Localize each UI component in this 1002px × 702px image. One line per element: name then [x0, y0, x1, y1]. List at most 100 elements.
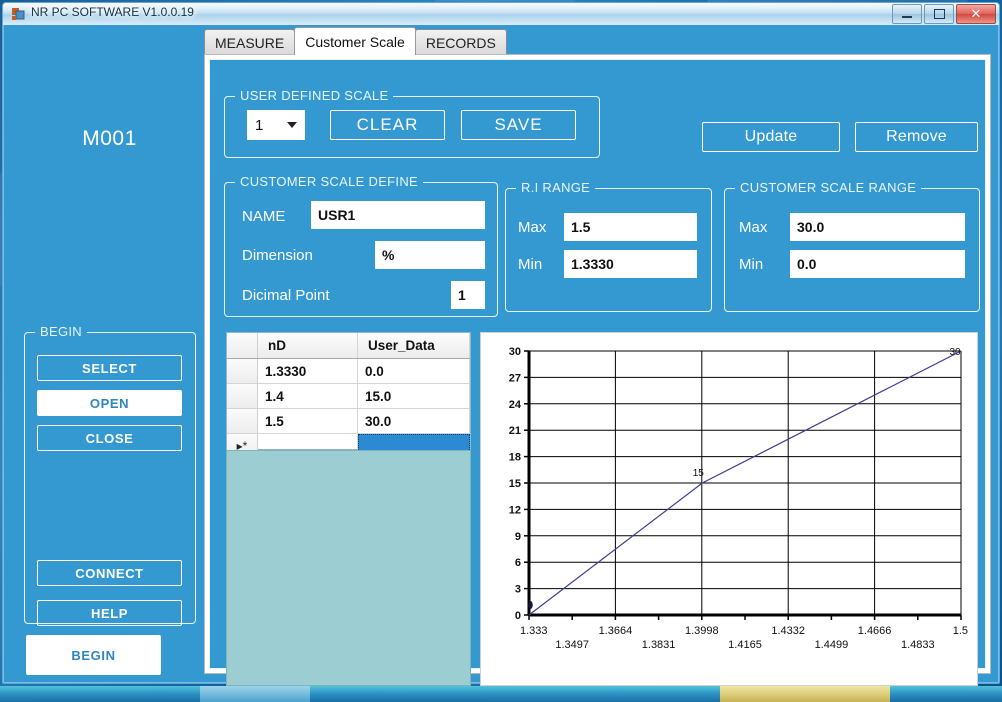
data-grid[interactable]: nD User_Data 1.3330 0.0 1.4 15.0 1.5 30.… — [226, 332, 471, 458]
svg-text:1.4666: 1.4666 — [858, 625, 892, 637]
ri-range-label: R.I RANGE — [516, 180, 596, 195]
window-title: NR PC SOFTWARE V1.0.0.19 — [31, 5, 194, 19]
help-button[interactable]: HELP — [37, 600, 182, 626]
customer-scale-range-label: CUSTOMER SCALE RANGE — [735, 180, 922, 195]
select-button[interactable]: SELECT — [37, 355, 182, 381]
svg-text:1.3831: 1.3831 — [642, 639, 676, 651]
column-header-nd[interactable]: nD — [258, 333, 358, 358]
update-button[interactable]: Update — [702, 122, 840, 152]
row-selector[interactable] — [227, 384, 258, 408]
tab-customer-scale[interactable]: Customer Scale — [294, 27, 416, 55]
taskbar-thumbnail[interactable] — [200, 686, 310, 702]
close-button-sidebar[interactable]: CLOSE — [37, 425, 182, 451]
grid-filler-panel — [226, 450, 471, 686]
title-bar[interactable]: NR PC SOFTWARE V1.0.0.19 ✕ — [3, 3, 999, 25]
tab-strip: MEASURE Customer Scale RECORDS — [204, 27, 507, 55]
svg-text:27: 27 — [509, 372, 521, 384]
svg-text:21: 21 — [509, 425, 521, 437]
user-defined-scale-group: USER DEFINED SCALE 1 CLEAR SAVE — [224, 88, 600, 158]
open-button[interactable]: OPEN — [37, 390, 182, 416]
taskbar-thumbnail[interactable] — [720, 686, 890, 702]
device-id-label: M001 — [82, 127, 137, 150]
row-selector-header — [227, 333, 258, 358]
svg-text:15: 15 — [693, 468, 705, 479]
dimension-label: Dimension — [242, 247, 313, 264]
cs-max-label: Max — [739, 219, 768, 236]
remove-button[interactable]: Remove — [855, 122, 978, 152]
screen: NR PC SOFTWARE V1.0.0.19 ✕ M001 BEGIN SE… — [0, 0, 1002, 702]
scale-chart: 0 3 6 9 12 15 18 21 24 27 30 1.333 1.3497 1.3664 1.383… — [480, 332, 978, 686]
row-selector[interactable] — [227, 409, 258, 433]
svg-text:1.5: 1.5 — [953, 625, 968, 637]
tab-page-inner: USER DEFINED SCALE 1 CLEAR SAVE Update R… — [209, 59, 986, 686]
window-controls: ✕ — [892, 4, 996, 24]
close-icon: ✕ — [970, 6, 982, 22]
cell-user-data[interactable]: 30.0 — [358, 409, 470, 433]
customer-scale-range-group: CUSTOMER SCALE RANGE Max 30.0 Min 0.0 — [724, 180, 980, 312]
decimal-point-label: Dicimal Point — [242, 287, 330, 304]
close-button[interactable]: ✕ — [956, 4, 996, 24]
cs-max-input[interactable]: 30.0 — [790, 213, 965, 241]
svg-text:3: 3 — [515, 584, 521, 596]
minimize-button[interactable] — [892, 4, 922, 24]
scale-select[interactable]: 1 — [247, 110, 305, 140]
connect-button[interactable]: CONNECT — [37, 560, 182, 586]
app-window: NR PC SOFTWARE V1.0.0.19 ✕ M001 BEGIN SE… — [2, 2, 1000, 686]
svg-text:1.3664: 1.3664 — [599, 625, 633, 637]
svg-text:0: 0 — [515, 610, 521, 622]
cell-user-data[interactable]: 15.0 — [358, 384, 470, 408]
begin-group-label: BEGIN — [35, 324, 87, 339]
cell-user-data[interactable]: 0.0 — [358, 359, 470, 383]
customer-scale-define-label: CUSTOMER SCALE DEFINE — [235, 174, 423, 189]
cell-nd[interactable]: 1.4 — [258, 384, 358, 408]
svg-text:6: 6 — [515, 557, 521, 569]
customer-scale-define-group: CUSTOMER SCALE DEFINE NAME USR1 Dimensio… — [224, 174, 498, 317]
svg-text:24: 24 — [509, 399, 522, 411]
cell-nd[interactable]: 1.3330 — [258, 359, 358, 383]
ri-min-label: Min — [518, 256, 543, 273]
save-button[interactable]: SAVE — [461, 110, 576, 140]
table-row[interactable]: 1.3330 0.0 — [227, 359, 470, 384]
ri-range-group: R.I RANGE Max 1.5 Min 1.3330 — [505, 180, 712, 312]
svg-text:1.4165: 1.4165 — [728, 639, 762, 651]
svg-text:1.333: 1.333 — [520, 625, 548, 637]
name-label: NAME — [242, 208, 286, 225]
svg-text:1.4332: 1.4332 — [771, 625, 805, 637]
tab-measure[interactable]: MEASURE — [204, 29, 296, 55]
app-icon — [11, 7, 25, 21]
svg-text:15: 15 — [509, 478, 521, 490]
scale-select-value: 1 — [255, 116, 264, 134]
decimal-point-input[interactable]: 1 — [451, 281, 485, 309]
ri-max-input[interactable]: 1.5 — [564, 213, 697, 241]
chevron-down-icon — [287, 122, 297, 128]
ri-max-label: Max — [518, 219, 547, 236]
svg-text:1.3497: 1.3497 — [555, 639, 589, 651]
svg-text:30: 30 — [509, 346, 521, 358]
row-selector[interactable] — [227, 359, 258, 383]
tab-page-customer-scale: USER DEFINED SCALE 1 CLEAR SAVE Update R… — [204, 54, 991, 686]
maximize-icon — [933, 9, 945, 19]
table-row[interactable]: 1.4 15.0 — [227, 384, 470, 409]
begin-button[interactable]: BEGIN — [26, 635, 161, 675]
clear-button[interactable]: CLEAR — [330, 110, 445, 140]
table-row[interactable]: 1.5 30.0 — [227, 409, 470, 434]
cs-min-label: Min — [739, 256, 764, 273]
svg-text:12: 12 — [509, 504, 521, 516]
scale-chart-svg: 0 3 6 9 12 15 18 21 24 27 30 1.333 1.3497 1.3664 1.383… — [481, 333, 977, 685]
name-input[interactable]: USR1 — [311, 201, 485, 229]
left-panel: M001 BEGIN SELECT OPEN CLOSE CONNECT HEL… — [12, 27, 207, 675]
svg-text:1.4499: 1.4499 — [815, 639, 849, 651]
begin-group: BEGIN SELECT OPEN CLOSE CONNECT HELP — [24, 324, 196, 626]
column-header-user-data[interactable]: User_Data — [358, 333, 470, 358]
cell-nd[interactable]: 1.5 — [258, 409, 358, 433]
dimension-input[interactable]: % — [375, 241, 485, 269]
tab-records[interactable]: RECORDS — [414, 29, 507, 55]
maximize-button[interactable] — [924, 4, 954, 24]
svg-text:30: 30 — [949, 347, 961, 358]
svg-text:1.4833: 1.4833 — [901, 639, 935, 651]
user-defined-scale-label: USER DEFINED SCALE — [235, 88, 394, 103]
cs-min-input[interactable]: 0.0 — [790, 250, 965, 278]
table-header-row: nD User_Data — [227, 333, 470, 359]
svg-text:18: 18 — [509, 452, 521, 464]
ri-min-input[interactable]: 1.3330 — [564, 250, 697, 278]
